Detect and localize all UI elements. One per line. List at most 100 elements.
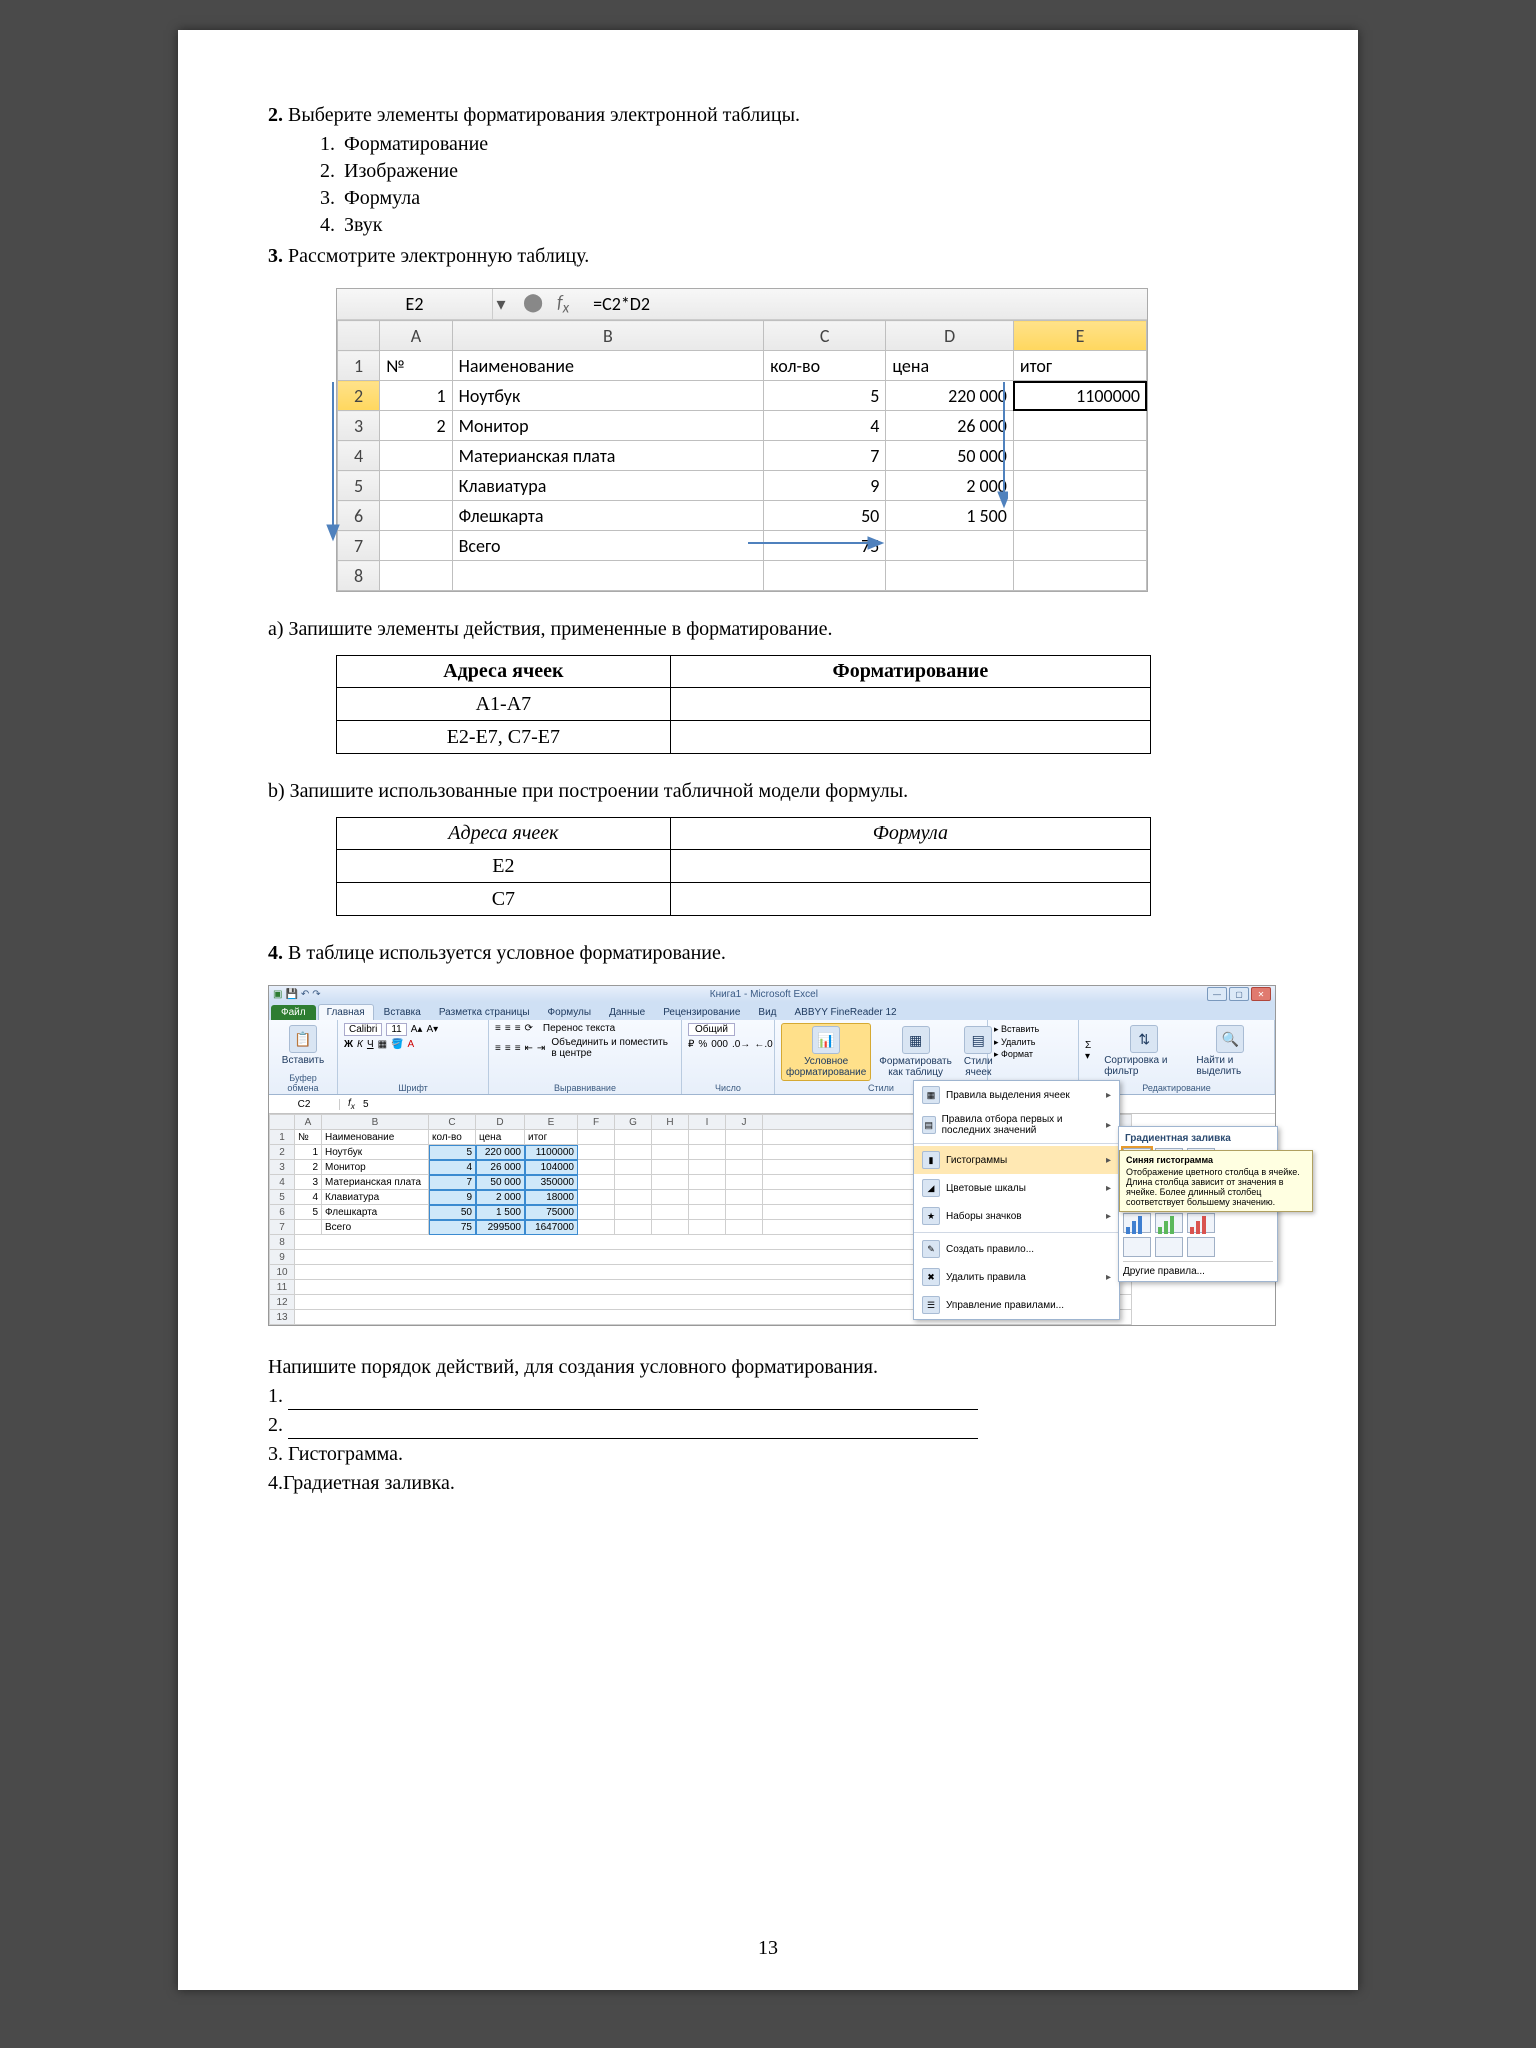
tab-abbyy[interactable]: ABBYY FineReader 12 xyxy=(787,1005,905,1020)
paste-button[interactable]: 📋 Вставить xyxy=(275,1023,331,1068)
name-box-2[interactable]: C2 xyxy=(269,1099,340,1110)
col-header-a[interactable]: A xyxy=(380,321,452,351)
cell[interactable] xyxy=(452,561,763,591)
cell[interactable]: цена xyxy=(886,351,1014,381)
cell[interactable]: 5 xyxy=(764,381,886,411)
cf-item-color-scales[interactable]: ◢Цветовые шкалы▸ xyxy=(914,1174,1119,1202)
format-as-table-button[interactable]: ▦ Форматировать как таблицу xyxy=(875,1024,956,1080)
fx-icon[interactable]: fx xyxy=(557,291,569,318)
currency-icon[interactable]: ₽ xyxy=(688,1039,694,1050)
cell[interactable]: 9 xyxy=(764,471,886,501)
cell[interactable]: кол-во xyxy=(764,351,886,381)
tab-home[interactable]: Главная xyxy=(318,1004,374,1020)
col-header-d[interactable]: D xyxy=(886,321,1014,351)
align-bottom-icon[interactable]: ≡ xyxy=(515,1023,521,1034)
delete-cells-button[interactable]: ▸ Удалить xyxy=(994,1036,1072,1049)
cell[interactable] xyxy=(764,561,886,591)
formula-input-2[interactable]: 5 xyxy=(363,1099,369,1110)
align-right-icon[interactable]: ≡ xyxy=(515,1043,521,1054)
close-button[interactable]: ✕ xyxy=(1251,987,1271,1001)
col-header-e[interactable]: E xyxy=(1013,321,1146,351)
underline-icon[interactable]: Ч xyxy=(367,1039,374,1050)
cell[interactable]: 4 xyxy=(764,411,886,441)
cell[interactable] xyxy=(380,561,452,591)
cell[interactable] xyxy=(1013,501,1146,531)
cf-item-clear-rules[interactable]: ✖Удалить правила▸ xyxy=(914,1263,1119,1291)
cell[interactable] xyxy=(1013,471,1146,501)
cell[interactable] xyxy=(380,441,452,471)
font-size-combo[interactable]: 11 xyxy=(386,1023,406,1036)
fx-cancel-icon[interactable]: ⬤ xyxy=(523,291,543,318)
format-cells-button[interactable]: ▸ Формат xyxy=(994,1048,1072,1061)
name-box[interactable]: E2 xyxy=(337,289,493,319)
percent-icon[interactable]: % xyxy=(698,1039,707,1050)
cell[interactable] xyxy=(886,531,1014,561)
cell[interactable] xyxy=(1013,411,1146,441)
cell[interactable]: Монитор xyxy=(452,411,763,441)
cell[interactable]: Наименование xyxy=(452,351,763,381)
sort-filter-button[interactable]: ⇅ Сортировка и фильтр xyxy=(1100,1023,1188,1079)
indent-dec-icon[interactable]: ⇤ xyxy=(525,1043,533,1054)
font-color-icon[interactable]: A xyxy=(408,1039,415,1050)
font-name-combo[interactable]: Calibri xyxy=(344,1023,382,1036)
wrap-text-button[interactable]: Перенос текста xyxy=(543,1023,615,1034)
formula-input[interactable]: =C2*D2 xyxy=(583,293,1147,315)
align-left-icon[interactable]: ≡ xyxy=(495,1043,501,1054)
tab-layout[interactable]: Разметка страницы xyxy=(431,1005,538,1020)
spreadsheet-grid[interactable]: A B C D E 1 № Наименование кол-во цена и… xyxy=(337,320,1147,591)
grow-font-icon[interactable]: A▴ xyxy=(411,1024,423,1035)
save-icon[interactable]: 💾 xyxy=(285,989,297,1000)
tab-data[interactable]: Данные xyxy=(601,1005,653,1020)
fill-color-icon[interactable]: 🪣 xyxy=(391,1039,403,1050)
tab-formulas[interactable]: Формулы xyxy=(540,1005,600,1020)
ribbon-tabs[interactable]: Файл Главная Вставка Разметка страницы Ф… xyxy=(269,1002,1275,1020)
indent-inc-icon[interactable]: ⇥ xyxy=(537,1043,545,1054)
select-all-corner[interactable] xyxy=(338,321,380,351)
cell[interactable]: 50 xyxy=(764,501,886,531)
col-header-b[interactable]: B xyxy=(452,321,763,351)
cf-item-manage-rules[interactable]: ☰Управление правилами... xyxy=(914,1291,1119,1319)
cond-fmt-menu[interactable]: ▦Правила выделения ячеек▸ ▤Правила отбор… xyxy=(913,1080,1120,1320)
shrink-font-icon[interactable]: A▾ xyxy=(426,1024,438,1035)
databar-solid-purple[interactable] xyxy=(1187,1237,1215,1257)
tab-insert[interactable]: Вставка xyxy=(376,1005,429,1020)
cf-item-icon-sets[interactable]: ★Наборы значков▸ xyxy=(914,1202,1119,1230)
cell[interactable]: Флешкарта xyxy=(452,501,763,531)
databar-solid-red[interactable] xyxy=(1187,1213,1215,1233)
more-rules-item[interactable]: Другие правила... xyxy=(1123,1261,1273,1277)
cf-item-top-bottom[interactable]: ▤Правила отбора первых и последних значе… xyxy=(914,1109,1119,1141)
orientation-icon[interactable]: ⟳ xyxy=(525,1023,533,1034)
align-middle-icon[interactable]: ≡ xyxy=(505,1023,511,1034)
dec-decimal-icon[interactable]: ←.0 xyxy=(754,1039,772,1050)
number-format-combo[interactable]: Общий xyxy=(688,1023,735,1036)
align-top-icon[interactable]: ≡ xyxy=(495,1023,501,1034)
cell[interactable] xyxy=(380,471,452,501)
databar-solid-orange[interactable] xyxy=(1123,1237,1151,1257)
undo-icon[interactable]: ↶ xyxy=(301,989,309,1000)
conditional-formatting-button[interactable]: 📊 Условное форматирование xyxy=(781,1023,871,1081)
cell[interactable]: 2 xyxy=(380,411,452,441)
maximize-button[interactable]: ▢ xyxy=(1229,987,1249,1001)
merge-button[interactable]: Объединить и поместить в центре xyxy=(551,1037,675,1059)
cell[interactable] xyxy=(1013,561,1146,591)
cell[interactable]: Материанская плата xyxy=(452,441,763,471)
cf-item-databars[interactable]: ▮Гистограммы▸ xyxy=(914,1146,1119,1174)
cell[interactable] xyxy=(1013,441,1146,471)
cell-selected[interactable]: 1100000 xyxy=(1013,381,1146,411)
cell[interactable] xyxy=(1013,531,1146,561)
bold-icon[interactable]: Ж xyxy=(344,1039,353,1050)
cell[interactable]: Всего xyxy=(452,531,763,561)
cell[interactable] xyxy=(886,561,1014,591)
inc-decimal-icon[interactable]: .0→ xyxy=(732,1039,750,1050)
autosum-icon[interactable]: Σ ▾ xyxy=(1085,1040,1096,1062)
databar-solid-blue[interactable] xyxy=(1123,1213,1151,1233)
databar-solid-lightblue[interactable] xyxy=(1155,1237,1183,1257)
tab-view[interactable]: Вид xyxy=(750,1005,784,1020)
tab-file[interactable]: Файл xyxy=(271,1005,316,1020)
cell[interactable] xyxy=(380,531,452,561)
row-header[interactable]: 1 xyxy=(338,351,380,381)
qat-icons[interactable]: ▣ 💾 ↶ ↷ xyxy=(273,989,321,1000)
cell[interactable]: № xyxy=(380,351,452,381)
redo-icon[interactable]: ↷ xyxy=(312,989,320,1000)
insert-cells-button[interactable]: ▸ Вставить xyxy=(994,1023,1072,1036)
